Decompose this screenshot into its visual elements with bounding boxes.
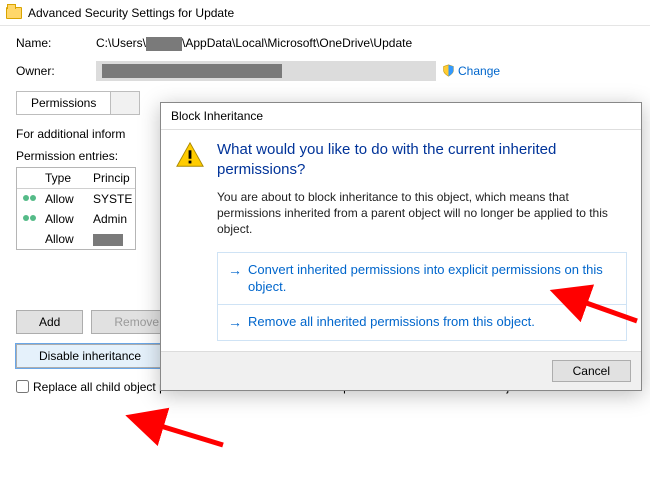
- group-icon: [23, 193, 39, 205]
- entries-header: Type Princip: [17, 168, 135, 189]
- name-row: Name: C:\Users\\AppData\Local\Microsoft\…: [16, 36, 634, 51]
- replace-checkbox[interactable]: [16, 380, 29, 393]
- shield-icon: [442, 64, 455, 77]
- col-type: Type: [39, 168, 87, 188]
- owner-row: Owner: Change: [16, 61, 634, 81]
- name-label: Name:: [16, 36, 96, 50]
- redacted-principal: [93, 234, 123, 246]
- arrow-icon: →: [228, 261, 242, 296]
- block-inheritance-dialog: Block Inheritance What would you like to…: [160, 102, 642, 391]
- dialog-title: Block Inheritance: [161, 103, 641, 130]
- warning-icon: [175, 140, 205, 341]
- disable-inheritance-button[interactable]: Disable inheritance: [16, 344, 164, 368]
- col-principal: Princip: [87, 168, 131, 188]
- option-remove[interactable]: → Remove all inherited permissions from …: [217, 305, 627, 341]
- window-title: Advanced Security Settings for Update: [28, 6, 234, 20]
- name-path: C:\Users\\AppData\Local\Microsoft\OneDri…: [96, 36, 412, 51]
- dialog-description: You are about to block inheritance to th…: [217, 189, 627, 238]
- owner-value: [96, 61, 436, 81]
- group-icon: [23, 213, 39, 225]
- annotation-arrow: [148, 420, 228, 453]
- change-owner-link[interactable]: Change: [442, 64, 500, 78]
- tab-permissions[interactable]: Permissions: [16, 91, 111, 115]
- owner-label: Owner:: [16, 64, 96, 78]
- redacted-user: [146, 37, 182, 51]
- arrow-icon: →: [228, 313, 242, 332]
- tab-other[interactable]: [111, 91, 140, 115]
- option-convert[interactable]: → Convert inherited permissions into exp…: [217, 252, 627, 305]
- dialog-question: What would you like to do with the curre…: [217, 140, 627, 179]
- table-row[interactable]: Allow: [17, 229, 135, 249]
- cancel-button[interactable]: Cancel: [552, 360, 631, 382]
- add-button[interactable]: Add: [16, 310, 83, 334]
- entries-table: Type Princip Allow SYSTE Allow Admin All…: [16, 167, 136, 250]
- titlebar: Advanced Security Settings for Update: [0, 0, 650, 26]
- table-row[interactable]: Allow Admin: [17, 209, 135, 229]
- folder-icon: [6, 7, 22, 19]
- table-row[interactable]: Allow SYSTE: [17, 189, 135, 209]
- redacted-owner: [102, 64, 282, 78]
